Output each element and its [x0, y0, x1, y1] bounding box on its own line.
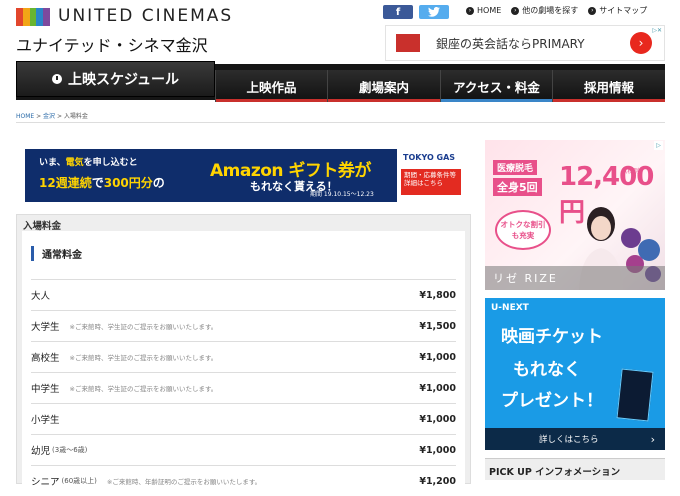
nav-item-access-fees-label: アクセス・料金: [453, 79, 540, 95]
ticket-card-image: [616, 368, 654, 422]
rize-tag: 全身5回: [493, 178, 542, 196]
chevron-right-icon[interactable]: ›: [630, 32, 652, 54]
fee-price: ¥1,500: [419, 320, 456, 332]
fee-name: シニア: [31, 477, 60, 488]
fee-row: 大人 ¥1,800: [31, 279, 456, 310]
site-header: UNITED CINEMAS ユナイテッド・シネマ金沢 f › HOME › 他の劇…: [0, 0, 680, 66]
sitemap-link[interactable]: › サイトマップ: [588, 5, 647, 16]
fee-price: ¥1,000: [419, 351, 456, 363]
nav-item-theater-info-label: 劇場案内: [358, 79, 409, 95]
rize-tax-note: (税別): [625, 168, 642, 175]
fees-panel: 通常料金 大人 ¥1,800 大学生 ※ご来館時、学生証のご提示をお願いいたしま…: [22, 231, 465, 491]
fee-price: ¥1,000: [419, 444, 456, 456]
fee-name: 幼児: [31, 446, 51, 457]
fee-note: ※ご来館時、年齢証明のご提示をお願いいたします。: [106, 478, 262, 486]
find-theater-link[interactable]: › 他の劇場を探す: [511, 5, 578, 16]
breadcrumb-home[interactable]: HOME: [16, 113, 34, 120]
nav-item-recruit-label: 採用情報: [583, 79, 634, 95]
fee-name: 大学生: [31, 322, 60, 333]
fee-name: 大人: [31, 291, 51, 302]
fee-row: 大学生 ※ご来館時、学生証のご提示をお願いいたします。 ¥1,500: [31, 310, 456, 341]
nav-item-theater-info[interactable]: 劇場案内: [327, 70, 440, 102]
rize-bubble: オトクな割引 も充実: [495, 210, 551, 250]
sitemap-icon: ›: [588, 6, 597, 15]
facebook-icon[interactable]: f: [383, 5, 413, 19]
search-icon: ›: [511, 6, 520, 15]
pickup-info-heading: PICK UP インフォメーション: [485, 458, 665, 480]
unext-headline: 映画チケット: [501, 327, 603, 347]
rize-side-ad[interactable]: 医療脱毛 全身5回 12,400円 (税別) オトクな割引 も充実 リゼ RIZ…: [485, 140, 665, 290]
tokyo-gas-logo: TOKYO GAS: [403, 153, 456, 162]
tokyo-gas-banner-ad[interactable]: いま、電気を申し込むと 12週連続で300円分の Amazon ギフト券が もれ…: [25, 149, 465, 202]
rize-logo: リゼ RIZE: [485, 266, 665, 290]
theater-name[interactable]: ユナイテッド・シネマ金沢: [16, 32, 208, 56]
rize-tag: 医療脱毛: [493, 160, 538, 175]
fee-name: 中学生: [31, 384, 60, 395]
top-links: › HOME › 他の劇場を探す › サイトマップ: [466, 5, 647, 16]
fee-age-range: (60歳以上): [61, 477, 97, 485]
fee-note: ※ご来館時、学生証のご提示をお願いいたします。: [69, 354, 218, 362]
home-link[interactable]: › HOME: [466, 6, 501, 15]
header-ad-text: 銀座の英会話ならPRIMARY: [436, 37, 585, 51]
twitter-icon[interactable]: [419, 5, 449, 19]
fee-age-range: (3歳～6歳): [52, 446, 88, 454]
fee-name: 小学生: [31, 415, 60, 426]
fee-price: ¥1,800: [419, 289, 456, 301]
fee-price: ¥1,000: [419, 382, 456, 394]
united-cinemas-logo-mark[interactable]: [16, 8, 50, 26]
banner-line1: いま、電気を申し込むと: [39, 158, 138, 168]
nav-schedule-button[interactable]: 上映スケジュール: [16, 61, 215, 97]
nav-item-movies[interactable]: 上映作品: [215, 70, 327, 102]
nav-schedule-label: 上映スケジュール: [67, 72, 180, 88]
home-link-label: HOME: [477, 6, 502, 15]
fee-note: ※ご来館時、学生証のご提示をお願いいたします。: [69, 385, 218, 393]
brand-name[interactable]: UNITED CINEMAS: [58, 6, 233, 26]
unext-details-button[interactable]: 詳しくはこちら: [485, 428, 665, 450]
main-nav: 上映スケジュール 上映作品 劇場案内 アクセス・料金 採用情報: [16, 61, 665, 102]
ad-thumbnail: [396, 34, 420, 52]
admission-fees-section: 入場料金 通常料金 大人 ¥1,800 大学生 ※ご来館時、学生証のご提示をお願…: [16, 214, 471, 491]
fee-price: ¥1,000: [419, 413, 456, 425]
divider: [16, 122, 665, 123]
fee-row: 幼児 (3歳～6歳) ¥1,000: [31, 434, 456, 465]
banner-period: 期間 19.10.15～12.23: [310, 191, 374, 198]
breadcrumb-separator: >: [55, 113, 64, 120]
unext-headline: もれなく: [513, 360, 581, 380]
find-theater-link-label: 他の劇場を探す: [522, 6, 579, 15]
fee-row: 中学生 ※ご来館時、学生証のご提示をお願いいたします。 ¥1,000: [31, 372, 456, 403]
breadcrumb-theater[interactable]: 金沢: [43, 113, 55, 120]
nav-item-recruit[interactable]: 採用情報: [552, 70, 665, 102]
banner-details-button[interactable]: 期間・応募条件等 詳細はこちら: [401, 169, 461, 195]
sitemap-link-label: サイトマップ: [599, 6, 648, 15]
unext-logo: U-NEXT: [491, 303, 529, 313]
home-icon: ›: [466, 6, 474, 15]
breadcrumb-current: 入場料金: [63, 113, 88, 120]
fee-name: 高校生: [31, 353, 60, 364]
clock-icon: [51, 74, 62, 84]
fee-row: 高校生 ※ご来館時、学生証のご提示をお願いいたします。 ¥1,000: [31, 341, 456, 372]
fee-row: 小学生 ¥1,000: [31, 403, 456, 434]
unext-side-ad[interactable]: U-NEXT 映画チケット もれなく プレゼント！ 詳しくはこちら: [485, 298, 665, 450]
banner-brand-box: TOKYO GAS 期間・応募条件等 詳細はこちら: [397, 149, 465, 202]
fee-price: ¥1,200: [419, 475, 456, 487]
nav-item-access-fees[interactable]: アクセス・料金: [440, 70, 552, 102]
ad-choices-icon[interactable]: ▷: [654, 141, 663, 150]
unext-headline: プレゼント！: [501, 391, 603, 411]
breadcrumb: HOME > 金沢 > 入場料金: [16, 111, 88, 120]
breadcrumb-separator: >: [34, 113, 44, 120]
nav-item-movies-label: 上映作品: [246, 79, 297, 95]
ad-choices-icon[interactable]: ▷✕: [652, 27, 662, 34]
header-ad[interactable]: 銀座の英会話ならPRIMARY › ▷✕: [385, 25, 665, 61]
fees-heading: 通常料金: [31, 246, 82, 261]
section-title: 入場料金: [23, 221, 62, 232]
fee-row: シニア (60歳以上) ※ご来館時、年齢証明のご提示をお願いいたします。 ¥1,…: [31, 465, 456, 496]
fee-note: ※ご来館時、学生証のご提示をお願いいたします。: [69, 323, 218, 331]
banner-line2: 12週連続で300円分の: [39, 176, 165, 190]
